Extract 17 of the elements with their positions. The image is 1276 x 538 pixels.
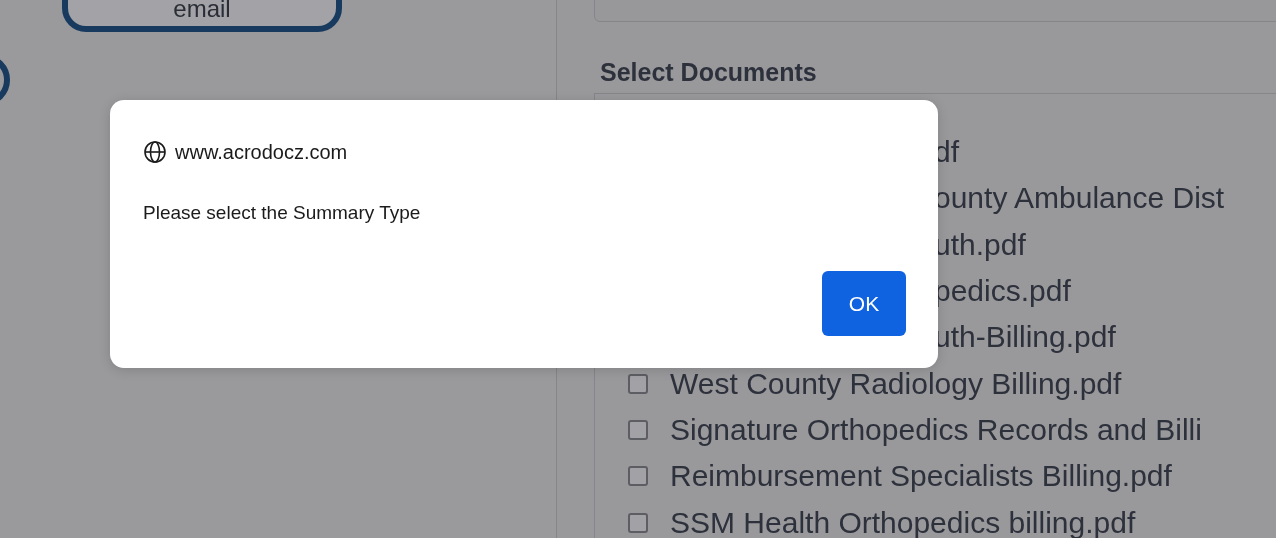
checkbox[interactable] [628,373,648,394]
checkbox[interactable] [628,419,648,440]
document-name: SSM Health Orthopedics billing.pdf [670,507,1136,538]
ok-button[interactable]: OK [822,271,906,336]
globe-icon [143,140,167,164]
document-name: Reimbursement Specialists Billing.pdf [670,461,1172,492]
dialog-message: Please select the Summary Type [143,202,422,224]
site-address: www.acrodocz.com [175,140,348,164]
checkbox[interactable] [628,512,648,533]
document-name: uth-Billing.pdf [934,322,1116,353]
email-button[interactable]: email [62,0,342,32]
section-title: Select Documents [600,57,818,88]
document-name: uth.pdf [934,229,1026,260]
document-name: West County Radiology Billing.pdf [670,368,1122,399]
document-name: Signature Orthopedics Records and Billi [670,414,1202,445]
checkbox[interactable] [628,466,648,487]
document-name: pedics.pdf [934,276,1071,307]
